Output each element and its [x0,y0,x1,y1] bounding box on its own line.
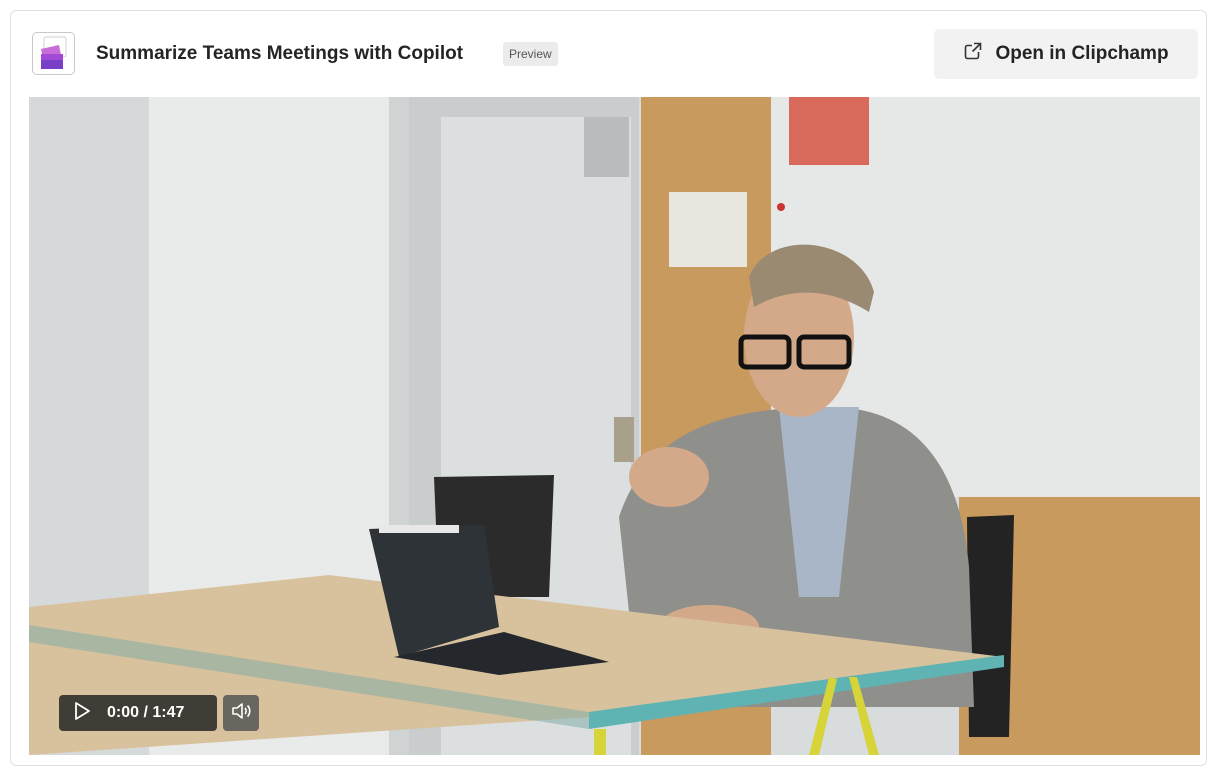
video-card: Summarize Teams Meetings with Copilot Pr… [10,10,1207,766]
volume-icon [230,700,252,727]
open-external-icon [963,41,983,67]
page-title: Summarize Teams Meetings with Copilot [96,43,464,64]
card-header: Summarize Teams Meetings with Copilot Pr… [11,11,1206,97]
video-player[interactable]: 0:00 / 1:47 [29,97,1200,755]
time-display: 0:00 / 1:47 [107,704,185,721]
preview-badge: Preview [503,42,558,66]
clipchamp-app-icon [32,32,75,75]
video-frame [29,97,1200,755]
open-in-clipchamp-button[interactable]: Open in Clipchamp [934,29,1198,79]
play-icon [71,700,93,727]
play-button[interactable]: 0:00 / 1:47 [59,695,217,731]
player-controls: 0:00 / 1:47 [59,695,259,731]
volume-button[interactable] [223,695,259,731]
open-button-label: Open in Clipchamp [995,43,1169,64]
